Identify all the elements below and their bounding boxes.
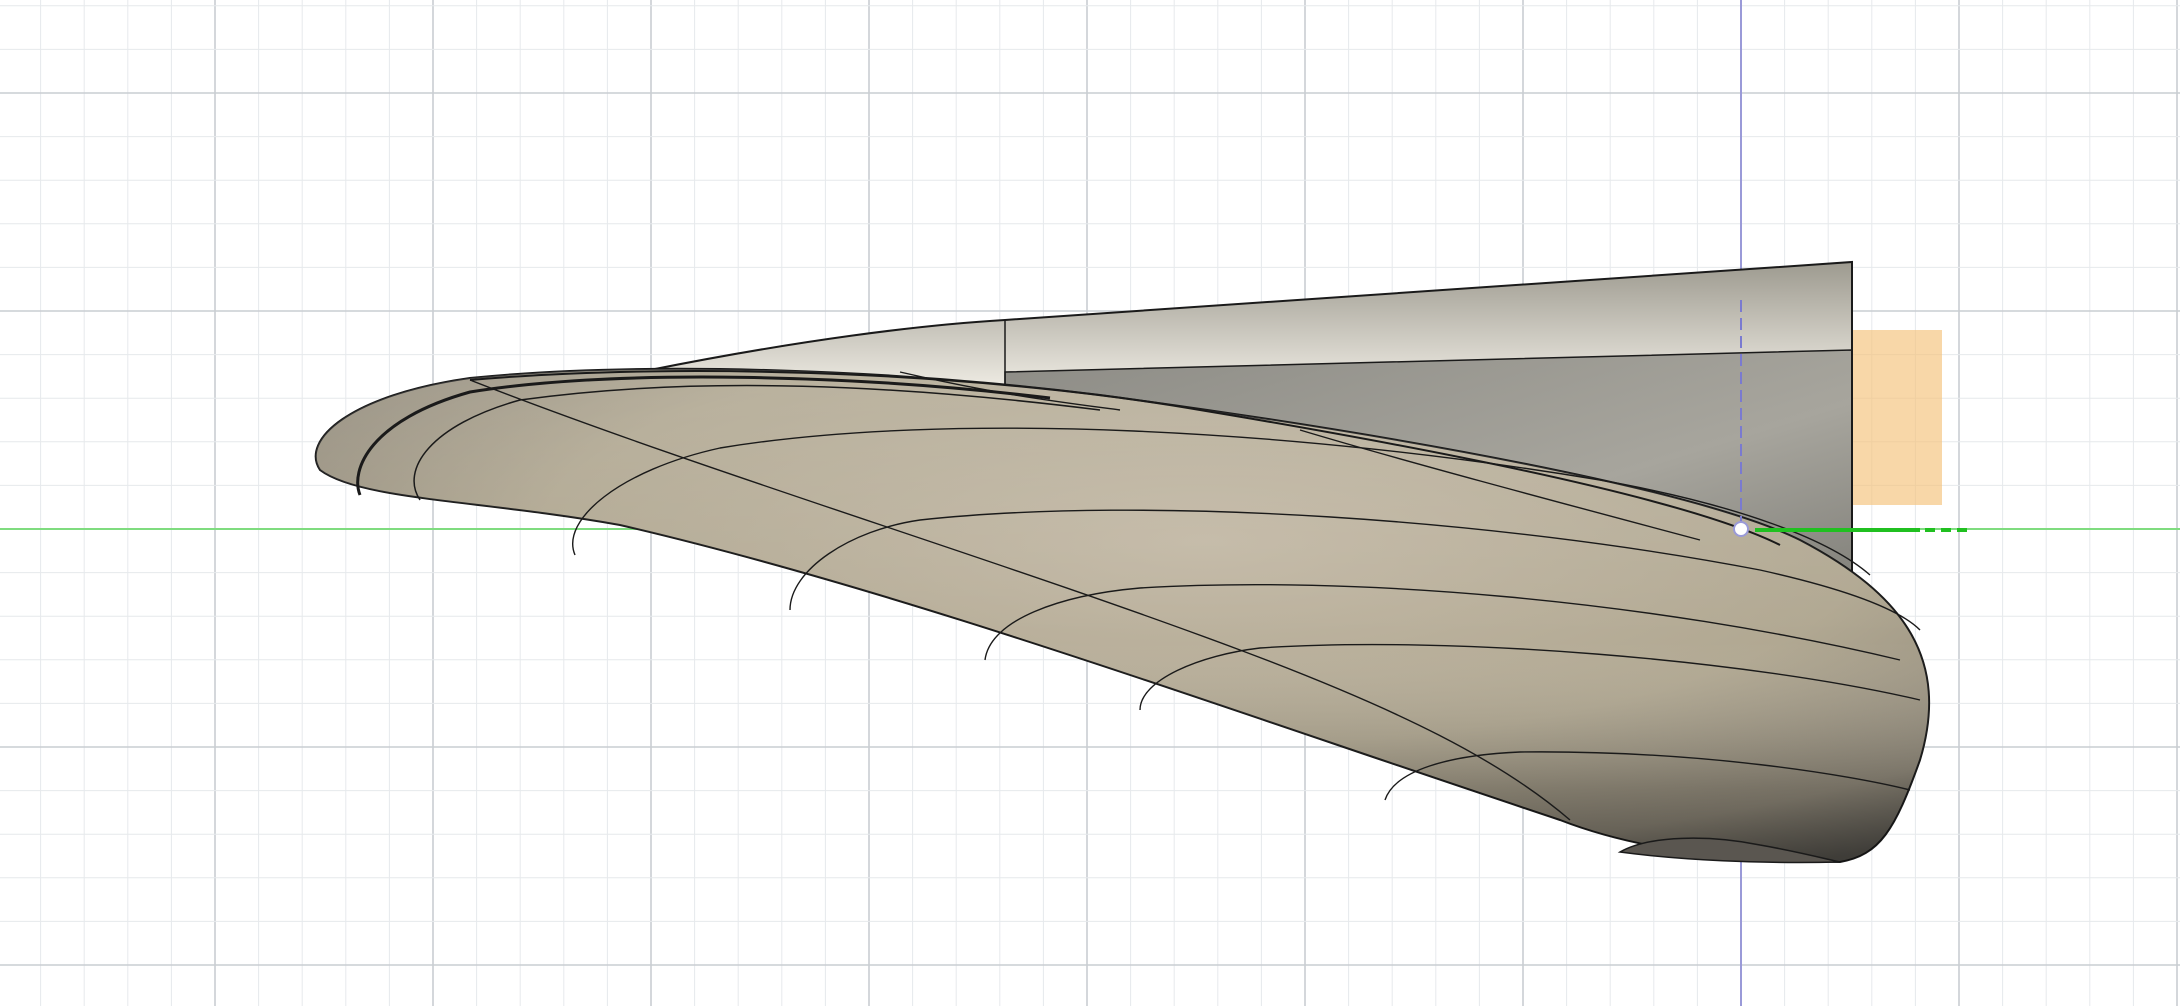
cad-viewport[interactable] bbox=[0, 0, 2180, 1006]
origin-point[interactable] bbox=[1733, 521, 1749, 537]
